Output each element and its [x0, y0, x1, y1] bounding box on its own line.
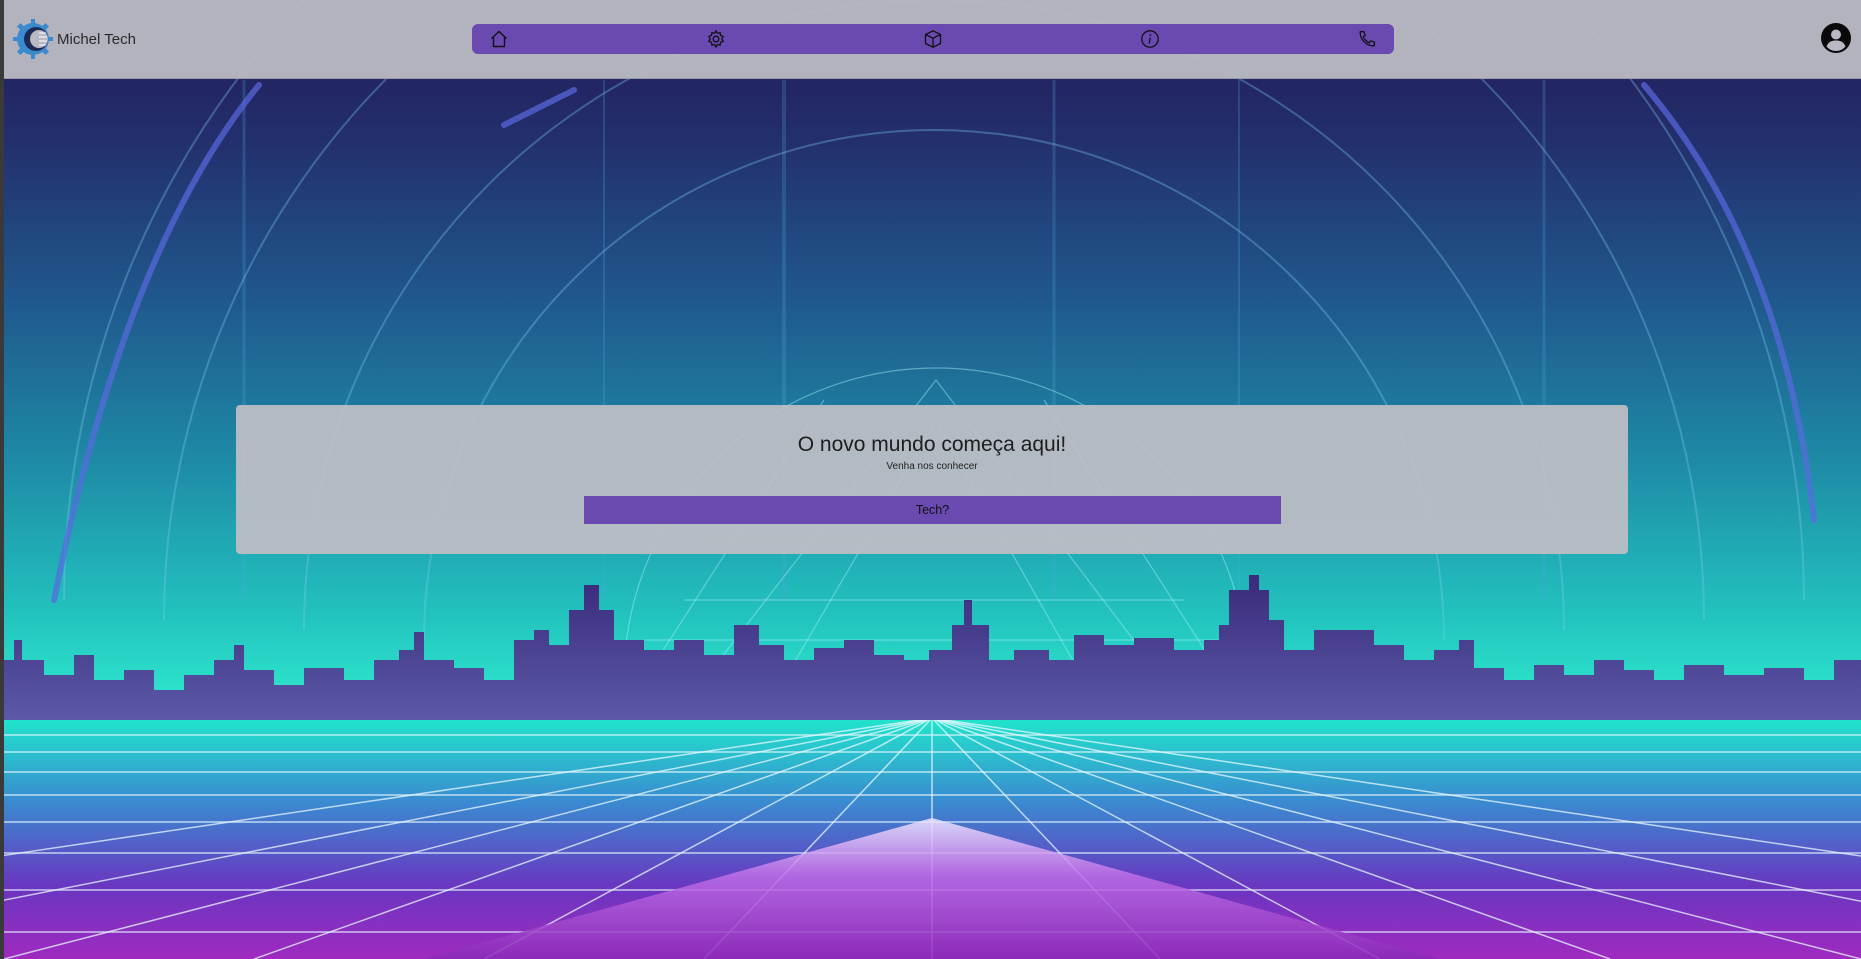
info-icon: [1141, 30, 1159, 48]
box-icon: [924, 30, 942, 48]
hero-subtitle: Venha nos conhecer: [886, 461, 978, 472]
nav-contact[interactable]: [1354, 26, 1380, 52]
gear-logo-icon: [13, 19, 53, 59]
brand-name: Michel Tech: [57, 30, 136, 48]
nav-products[interactable]: [920, 26, 946, 52]
main-nav: [472, 24, 1394, 54]
user-circle-icon: [1821, 23, 1851, 53]
hero-title: O novo mundo começa aqui!: [797, 433, 1067, 456]
home-icon: [491, 30, 507, 48]
top-navbar: Michel Tech: [4, 0, 1861, 79]
tech-button[interactable]: Tech?: [584, 496, 1281, 524]
phone-icon: [1359, 30, 1376, 47]
gear-icon: [707, 29, 725, 49]
nav-settings[interactable]: [703, 26, 729, 52]
profile-button[interactable]: [1821, 23, 1851, 53]
hero-card: O novo mundo começa aqui! Venha nos conh…: [236, 405, 1628, 554]
brand[interactable]: Michel Tech: [12, 18, 136, 60]
nav-home[interactable]: [486, 26, 512, 52]
nav-about[interactable]: [1137, 26, 1163, 52]
